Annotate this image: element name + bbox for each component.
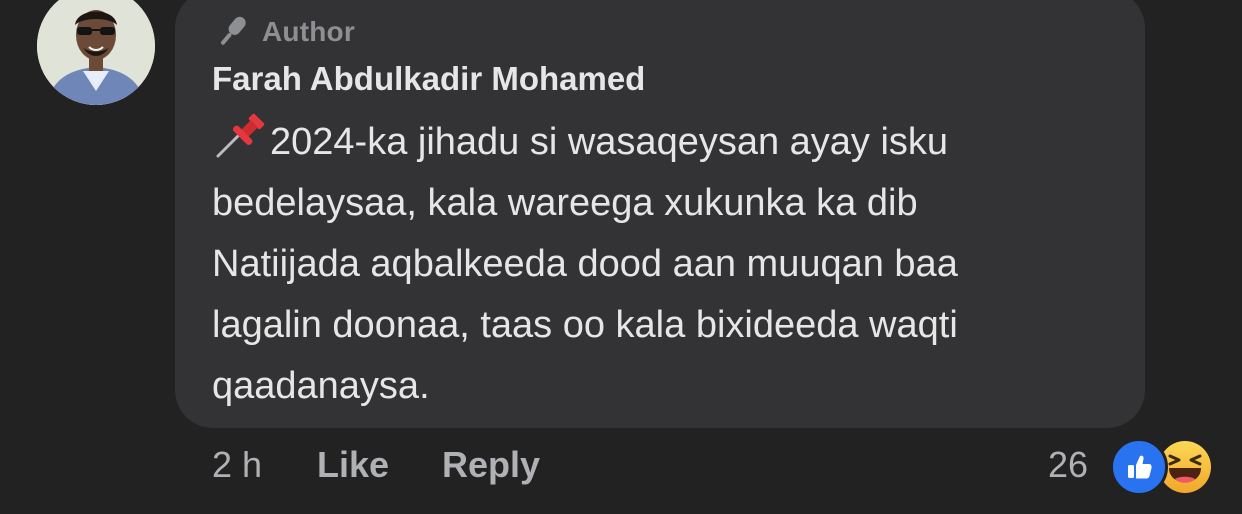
- comment-line: qaadanaysa.: [212, 365, 430, 407]
- like-button[interactable]: Like: [317, 440, 389, 490]
- author-badge-label: Author: [262, 16, 355, 47]
- comment-line: lagalin doonaa, taas oo kala bixideeda w…: [212, 304, 958, 346]
- reaction-icons[interactable]: [1106, 434, 1216, 496]
- author-avatar[interactable]: [37, 0, 155, 105]
- microphone-icon: [212, 12, 252, 52]
- profile-photo: [37, 0, 155, 105]
- pushpin-icon: [212, 112, 270, 160]
- comment-text: 2024-ka jihadu si wasaqeysan ayay isku b…: [212, 112, 1122, 417]
- comment-line: Natiijada aqbalkeeda dood aan muuqan baa: [212, 243, 958, 285]
- comment-timestamp[interactable]: 2 h: [212, 440, 262, 490]
- comment-line: 2024-ka jihadu si wasaqeysan ayay isku: [212, 112, 1122, 173]
- comment-line: bedelaysaa, kala wareega xukunka ka dib: [212, 182, 918, 224]
- author-name[interactable]: Farah Abdulkadir Mohamed: [212, 60, 645, 98]
- reply-button[interactable]: Reply: [442, 440, 540, 490]
- like-icon: [1110, 438, 1168, 496]
- author-badge: Author: [212, 12, 355, 52]
- comment-thread: Author Farah Abdulkadir Mohamed 2024-ka …: [0, 0, 1242, 514]
- reaction-count[interactable]: 26: [1048, 440, 1088, 490]
